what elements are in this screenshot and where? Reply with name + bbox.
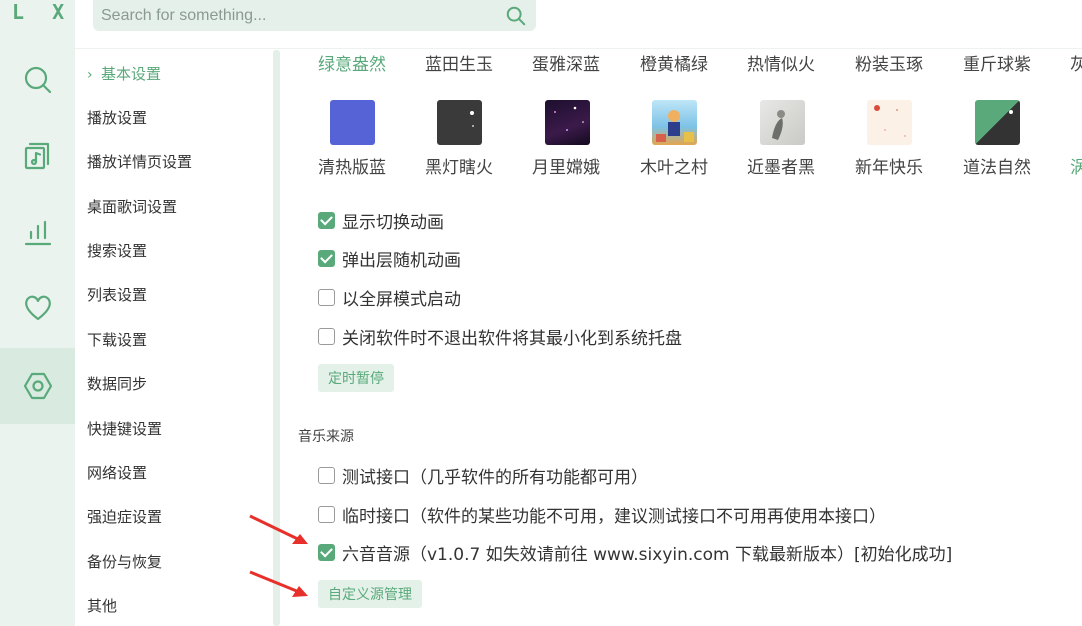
- checkbox-unchecked[interactable]: [318, 506, 335, 523]
- nav-item-other[interactable]: 其他: [87, 595, 117, 616]
- source-temp-api[interactable]: 临时接口（软件的某些功能不可用，建议测试接口不可用再使用本接口）: [318, 502, 886, 527]
- search-bar: [93, 0, 536, 31]
- nav-item-basic-settings[interactable]: › 基本设置: [87, 63, 161, 84]
- checkbox-checked[interactable]: [318, 544, 335, 561]
- nav-item-play-detail-settings[interactable]: 播放详情页设置: [87, 151, 192, 172]
- app-logo: L X: [12, 0, 73, 24]
- theme-name-label[interactable]: 月里嫦娥: [532, 153, 600, 178]
- checkbox-checked[interactable]: [318, 250, 335, 267]
- nav-item-data-sync[interactable]: 数据同步: [87, 373, 147, 394]
- custom-source-manage-button[interactable]: 自定义源管理: [318, 580, 422, 608]
- theme-name-label[interactable]: 道法自然: [963, 153, 1031, 178]
- nav-item-backup-restore[interactable]: 备份与恢复: [87, 551, 162, 572]
- rail-search-button[interactable]: [0, 42, 75, 118]
- theme-name-label[interactable]: 清热版蓝: [318, 153, 386, 178]
- timer-pause-button[interactable]: 定时暂停: [318, 364, 394, 392]
- theme-name-label[interactable]: 蓝田生玉: [425, 50, 493, 75]
- anime-figure-icon: [656, 110, 694, 142]
- checkbox-unchecked[interactable]: [318, 289, 335, 306]
- theme-name-label[interactable]: 近墨者黑: [747, 153, 815, 178]
- theme-name-label[interactable]: 橙黄橘绿: [640, 50, 708, 75]
- theme-swatch-moon-night[interactable]: [545, 100, 590, 145]
- theme-name-label[interactable]: 木叶之村: [640, 153, 708, 178]
- music-source-section-title: 音乐来源: [298, 429, 354, 445]
- settings-nav: › 基本设置 播放设置 播放详情页设置 桌面歌词设置 搜索设置 列表设置 下载设置…: [75, 50, 273, 626]
- option-label: 关闭软件时不退出软件将其最小化到系统托盘: [342, 329, 682, 349]
- option-show-transition-animation[interactable]: 显示切换动画: [318, 208, 444, 233]
- search-input[interactable]: [93, 0, 496, 31]
- option-label: 显示切换动画: [342, 213, 444, 233]
- theme-name-label[interactable]: 涡: [1070, 153, 1082, 178]
- option-start-fullscreen[interactable]: 以全屏模式启动: [318, 285, 461, 310]
- nav-item-download-settings[interactable]: 下载设置: [87, 329, 147, 350]
- checkbox-unchecked[interactable]: [318, 328, 335, 345]
- nav-item-ocd-settings[interactable]: 强迫症设置: [87, 506, 162, 527]
- theme-swatch-blue[interactable]: [330, 100, 375, 145]
- theme-swatch-leaf-village[interactable]: [652, 100, 697, 145]
- chart-bars-icon: [24, 220, 51, 246]
- option-label: 弹出层随机动画: [342, 251, 461, 271]
- rail-favorites-button[interactable]: [0, 270, 75, 346]
- chevron-right-icon: ›: [87, 67, 93, 83]
- theme-swatch-nature[interactable]: [975, 100, 1020, 145]
- source-label: 六音音源（v1.0.7 如失效请前往 www.sixyin.com 下载最新版本…: [342, 545, 953, 565]
- nav-item-network-settings[interactable]: 网络设置: [87, 462, 147, 483]
- icon-rail: L X: [0, 0, 75, 626]
- option-label: 以全屏模式启动: [342, 290, 461, 310]
- hexagon-settings-icon: [23, 372, 52, 400]
- option-minimize-to-tray[interactable]: 关闭软件时不退出软件将其最小化到系统托盘: [318, 324, 682, 349]
- header-divider: [75, 48, 1082, 49]
- theme-swatch-ink-black[interactable]: [760, 100, 805, 145]
- moon-pattern-icon: [470, 111, 474, 127]
- app-window: L X › 基本设置 播放设置 播放详情页设置 桌面歌词设置 搜索设置 列表设置 …: [0, 0, 1082, 626]
- theme-name-label[interactable]: 灰: [1070, 50, 1082, 75]
- lantern-pattern-icon: [874, 105, 906, 137]
- nav-item-label: 基本设置: [101, 65, 162, 83]
- red-arrow-icon: [249, 514, 308, 544]
- theme-name-label[interactable]: 黑灯瞎火: [425, 153, 493, 178]
- rail-music-list-button[interactable]: [0, 118, 75, 194]
- settings-content: 绿意盎然 蓝田生玉 蛋雅深蓝 橙黄橘绿 热情似火 粉装玉琢 重斤球紫 灰 清热版…: [280, 50, 1082, 626]
- theme-swatch-dark[interactable]: [437, 100, 482, 145]
- source-sixyin[interactable]: 六音音源（v1.0.7 如失效请前往 www.sixyin.com 下载最新版本…: [318, 540, 952, 565]
- theme-name-label[interactable]: 重斤球紫: [963, 50, 1031, 75]
- rail-settings-button[interactable]: [0, 348, 75, 424]
- rail-leaderboard-button[interactable]: [0, 194, 75, 270]
- theme-name-label[interactable]: 热情似火: [747, 50, 815, 75]
- theme-name-label[interactable]: 绿意盎然: [318, 50, 386, 75]
- theme-name-label[interactable]: 粉装玉琢: [855, 50, 923, 75]
- theme-name-label[interactable]: 蛋雅深蓝: [532, 50, 600, 75]
- search-icon: [506, 6, 526, 25]
- red-arrow-icon: [249, 570, 308, 597]
- nav-item-playback-settings[interactable]: 播放设置: [87, 107, 147, 128]
- music-list-icon: [24, 142, 49, 170]
- search-icon: [24, 66, 51, 94]
- nav-item-search-settings[interactable]: 搜索设置: [87, 240, 147, 261]
- nav-item-desktop-lyric-settings[interactable]: 桌面歌词设置: [87, 196, 177, 217]
- stars-pattern-icon: [554, 106, 584, 131]
- checkbox-unchecked[interactable]: [318, 467, 335, 484]
- nav-item-hotkey-settings[interactable]: 快捷键设置: [87, 418, 162, 439]
- theme-name-label[interactable]: 新年快乐: [855, 153, 923, 178]
- source-label: 临时接口（软件的某些功能不可用，建议测试接口不可用再使用本接口）: [342, 507, 886, 527]
- moon-pattern-icon: [1009, 110, 1013, 114]
- heart-icon: [24, 295, 51, 321]
- source-label: 测试接口（几乎软件的所有功能都可用）: [342, 468, 648, 488]
- option-popup-random-animation[interactable]: 弹出层随机动画: [318, 246, 461, 271]
- checkbox-checked[interactable]: [318, 212, 335, 229]
- ink-figure-icon: [772, 110, 785, 140]
- source-test-api[interactable]: 测试接口（几乎软件的所有功能都可用）: [318, 463, 648, 488]
- search-submit-button[interactable]: [496, 0, 536, 31]
- theme-swatch-new-year[interactable]: [867, 100, 912, 145]
- nav-item-list-settings[interactable]: 列表设置: [87, 284, 147, 305]
